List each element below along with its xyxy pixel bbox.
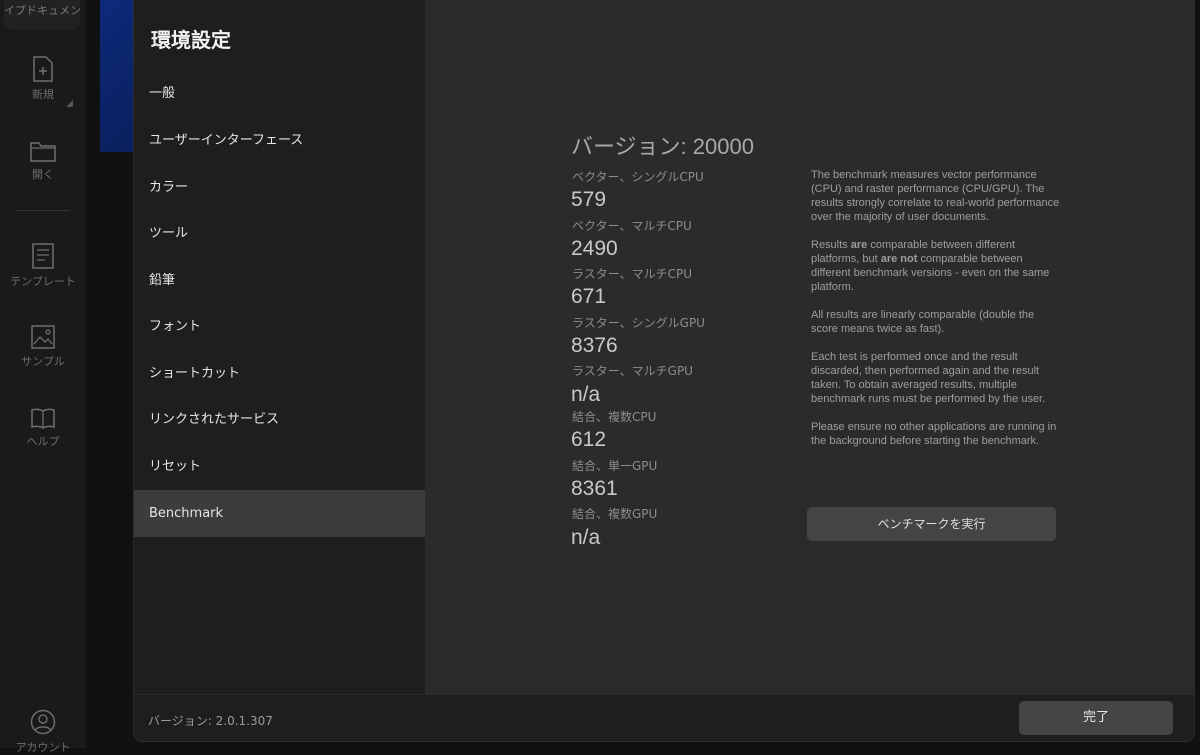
- score-value: 8361: [571, 477, 618, 500]
- nav-item-general[interactable]: 一般: [134, 70, 425, 117]
- rail-item-help[interactable]: ヘルプ: [0, 407, 86, 449]
- rail-divider: [16, 210, 70, 211]
- score-label: ラスター、マルチGPU: [572, 364, 693, 378]
- nav-item-pencil[interactable]: 鉛筆: [134, 257, 425, 304]
- score-label: 結合、複数GPU: [572, 507, 658, 521]
- rail-item-label: サンプル: [21, 355, 65, 368]
- preferences-sidebar: 環境設定 一般 ユーザーインターフェース カラー ツール 鉛筆 フォント ショー…: [134, 0, 425, 694]
- nav-item-color[interactable]: カラー: [134, 164, 425, 211]
- app-rail: イプドキュメン 新規 開く テンプレート サンプル ヘルプ アカウント: [0, 0, 86, 754]
- template-icon: [32, 243, 54, 269]
- rail-item-templates[interactable]: テンプレート: [0, 243, 86, 289]
- description-text: Results: [811, 239, 851, 251]
- nav-item-shortcuts[interactable]: ショートカット: [134, 350, 425, 397]
- benchmark-version: バージョン: 20000: [571, 134, 754, 159]
- nav-item-fonts[interactable]: フォント: [134, 303, 425, 350]
- description-bold: are not: [880, 253, 918, 265]
- rail-item-account[interactable]: アカウント: [0, 709, 86, 755]
- description-bold: are: [850, 239, 868, 251]
- nav-item-linked-services[interactable]: リンクされたサービス: [134, 396, 425, 443]
- description-paragraph: All results are linearly comparable (dou…: [811, 309, 1035, 335]
- description-paragraph: Results are comparable between different…: [811, 238, 1063, 294]
- score-value: n/a: [571, 383, 601, 406]
- app-version: バージョン: 2.0.1.307: [148, 714, 273, 728]
- rail-item-label: 新規: [32, 88, 54, 101]
- rail-item-label: 開く: [32, 168, 54, 181]
- image-icon: [31, 325, 55, 349]
- rail-item-open[interactable]: 開く: [0, 140, 86, 182]
- run-benchmark-button[interactable]: ベンチマークを実行: [807, 507, 1056, 541]
- rail-top-label[interactable]: イプドキュメン: [4, 0, 80, 30]
- account-icon: [30, 709, 56, 735]
- description-paragraph: Please ensure no other applications are …: [811, 421, 1057, 447]
- score-label: ベクター、シングルCPU: [572, 170, 704, 184]
- caret-icon: [66, 100, 73, 107]
- benchmark-description: The benchmark measures vector performanc…: [811, 168, 1063, 462]
- window-edge: [1195, 0, 1200, 748]
- preferences-dialog: 環境設定 一般 ユーザーインターフェース カラー ツール 鉛筆 フォント ショー…: [133, 0, 1195, 742]
- dialog-title: 環境設定: [151, 28, 231, 52]
- nav-item-reset[interactable]: リセット: [134, 443, 425, 490]
- score-label: ベクター、マルチCPU: [572, 219, 692, 233]
- score-label: ラスター、シングルGPU: [572, 316, 705, 330]
- folder-icon: [30, 142, 56, 162]
- rail-item-new[interactable]: 新規: [0, 56, 86, 102]
- description-paragraph: Each test is performed once and the resu…: [811, 351, 1046, 405]
- score-value: n/a: [571, 526, 601, 549]
- score-value: 8376: [571, 334, 618, 357]
- score-label: 結合、複数CPU: [572, 410, 657, 424]
- score-value: 2490: [571, 237, 618, 260]
- score-label: 結合、単一GPU: [572, 459, 658, 473]
- new-document-icon: [33, 56, 53, 82]
- score-label: ラスター、マルチCPU: [572, 267, 693, 281]
- book-icon: [31, 408, 55, 429]
- rail-item-samples[interactable]: サンプル: [0, 325, 86, 369]
- benchmark-panel: バージョン: 20000 ベクター、シングルCPU 579 ベクター、マルチCP…: [425, 0, 1194, 694]
- score-value: 671: [571, 285, 607, 308]
- score-value: 579: [571, 188, 607, 211]
- score-value: 612: [571, 428, 607, 451]
- dialog-footer: バージョン: 2.0.1.307 完了: [134, 694, 1194, 741]
- done-button[interactable]: 完了: [1019, 701, 1173, 735]
- description-paragraph: The benchmark measures vector performanc…: [811, 169, 1060, 223]
- rail-item-label: テンプレート: [10, 275, 76, 288]
- nav-item-user-interface[interactable]: ユーザーインターフェース: [134, 117, 425, 164]
- nav-item-tools[interactable]: ツール: [134, 210, 425, 257]
- rail-item-label: ヘルプ: [26, 435, 60, 448]
- nav-item-benchmark[interactable]: Benchmark: [134, 490, 425, 537]
